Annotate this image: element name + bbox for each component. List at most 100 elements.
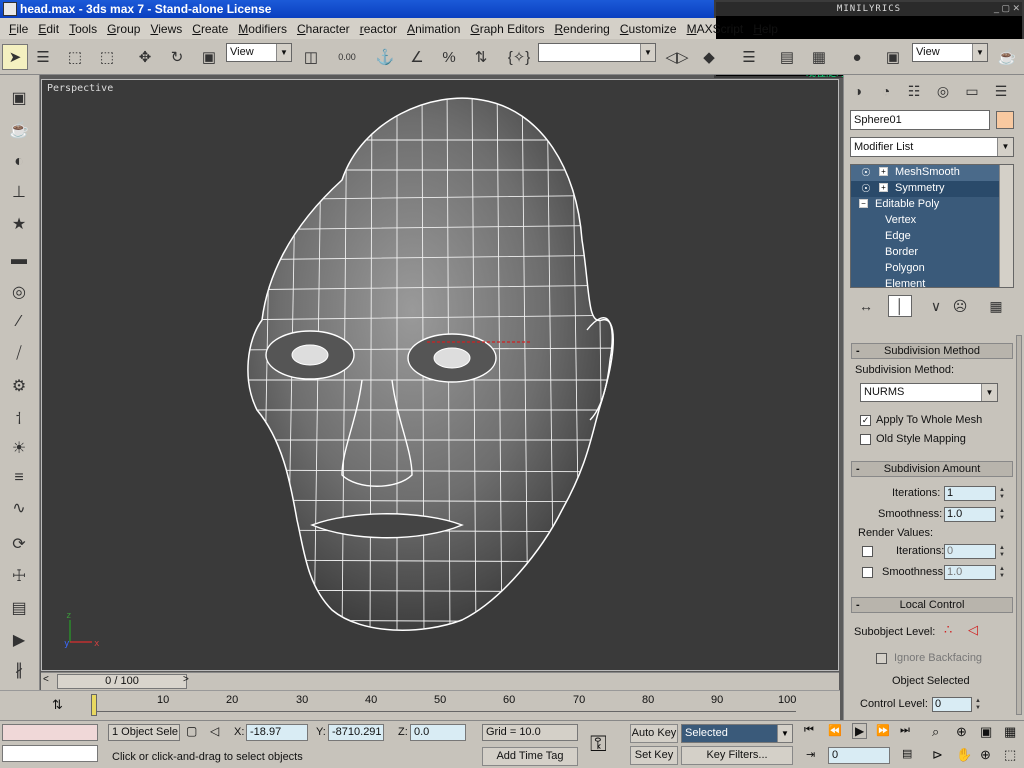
time-configuration-icon[interactable]: ▤ <box>902 747 912 760</box>
percent-snap-icon[interactable]: % <box>436 44 462 70</box>
camera-icon[interactable]: ▶ <box>6 627 32 653</box>
named-selection-dropdown[interactable]: ▼ <box>538 43 656 62</box>
set-key-button[interactable]: Set Key <box>630 746 678 765</box>
go-to-start-icon[interactable]: ⏮ <box>804 724 814 737</box>
stack-item-meshsmooth[interactable]: ☉ + MeshSmooth <box>851 165 999 181</box>
apply-whole-mesh-checkbox[interactable]: ✓ <box>860 415 871 426</box>
x-coordinate-field[interactable]: -18.97 <box>246 724 308 741</box>
spinner-arrows-icon[interactable]: ▲ ▼ <box>997 508 1007 523</box>
smoothness-spinner[interactable]: 1.0 ▲ ▼ <box>944 507 1005 522</box>
control-level-spinner[interactable]: 0 ▲ ▼ <box>932 697 981 712</box>
render-smoothness-checkbox[interactable] <box>862 567 873 578</box>
menu-rendering[interactable]: Rendering <box>549 19 614 39</box>
command-panel-scrollbar[interactable] <box>1016 335 1022 715</box>
spinner-arrows-icon[interactable]: ▲ ▼ <box>997 566 1007 581</box>
gear-icon[interactable]: ⚙ <box>6 373 32 399</box>
subobject-edge[interactable]: Edge <box>885 230 911 242</box>
display-tab-icon[interactable]: ▭ <box>960 80 984 102</box>
subobject-vertex[interactable]: Vertex <box>885 214 916 226</box>
rollout-subdivision-amount[interactable]: - Subdivision Amount <box>851 461 1013 477</box>
spinner-snap-icon[interactable]: 0.00 <box>334 44 360 70</box>
material-editor-icon[interactable]: ● <box>844 44 870 70</box>
configure-sets-icon[interactable]: ▦ <box>984 295 1008 317</box>
menu-help[interactable]: Help <box>748 19 783 39</box>
arc-rotate-icon[interactable]: ⊕ <box>980 747 991 763</box>
angle-snap-icon[interactable]: ∠ <box>404 44 430 70</box>
menu-graph-editors[interactable]: Graph Editors <box>465 19 549 39</box>
teapot-icon[interactable]: ☕ <box>6 117 32 143</box>
extrude-icon[interactable]: ▬ <box>6 247 32 273</box>
helper-icon[interactable]: ∦ <box>6 657 32 683</box>
current-frame-field[interactable]: 0 <box>828 747 890 764</box>
star-icon[interactable]: ★ <box>6 211 32 237</box>
spinner-snap-toggle-icon[interactable]: ⇅ <box>468 44 494 70</box>
y-coordinate-field[interactable]: -8710.291 <box>328 724 384 741</box>
z-coordinate-field[interactable]: 0.0 <box>410 724 466 741</box>
expand-icon[interactable]: + <box>879 183 888 192</box>
menu-maxscript[interactable]: MAXScript <box>682 19 749 39</box>
menu-file[interactable]: File <box>4 19 33 39</box>
cloth-icon[interactable]: ≡ <box>6 465 32 491</box>
box-icon[interactable]: ▣ <box>6 85 32 111</box>
time-slider-knob[interactable]: 0 / 100 <box>57 674 187 689</box>
subobject-polygon[interactable]: Polygon <box>885 262 925 274</box>
open-mini-curve-editor-icon[interactable]: ⇅ <box>52 697 63 713</box>
window-crossing-icon[interactable]: ⬚ <box>94 44 120 70</box>
iterations-spinner[interactable]: 1 ▲ ▼ <box>944 486 1005 501</box>
remove-modifier-icon[interactable]: ☹ <box>948 295 972 317</box>
motion-tab-icon[interactable]: ◎ <box>931 80 955 102</box>
named-selection-icon[interactable]: {✧} <box>506 44 532 70</box>
bone-icon[interactable]: ⸶ <box>6 405 32 431</box>
menu-customize[interactable]: Customize <box>615 19 682 39</box>
key-mode-dropdown[interactable]: Selected ▼ <box>681 724 793 743</box>
render-iterations-spinner[interactable]: 0 ▲ ▼ <box>944 544 1005 559</box>
render-type-dropdown[interactable]: View ▼ <box>912 43 988 62</box>
menu-edit[interactable]: Edit <box>33 19 64 39</box>
key-filters-button[interactable]: Key Filters... <box>681 746 793 765</box>
show-end-result-icon[interactable]: │ <box>888 295 912 317</box>
maxscript-listener-mini[interactable] <box>2 724 98 741</box>
rollout-subdivision-method[interactable]: - Subdivision Method <box>851 343 1013 359</box>
rollout-local-control[interactable]: - Local Control <box>851 597 1013 613</box>
stack-item-editable-poly[interactable]: − Editable Poly <box>851 197 999 213</box>
minilyrics-title-bar[interactable]: MINILYRICS <box>716 2 1022 16</box>
sphere-icon[interactable]: ◐ <box>6 149 32 175</box>
render-iterations-checkbox[interactable] <box>862 546 873 557</box>
create-tab-icon[interactable]: ◑ <box>846 80 870 102</box>
hierarchy-tab-icon[interactable]: ☷ <box>902 80 926 102</box>
menu-create[interactable]: Create <box>187 19 233 39</box>
select-by-name-icon[interactable]: ☰ <box>30 44 56 70</box>
slider-left-arrow-icon[interactable]: < <box>43 674 49 685</box>
subobject-element[interactable]: Element <box>885 278 925 287</box>
menu-views[interactable]: Views <box>145 19 187 39</box>
utilities-tab-icon[interactable]: ☰ <box>989 80 1013 102</box>
bend-icon[interactable]: ∕ <box>6 309 32 335</box>
absolute-mode-icon[interactable]: ◁ <box>210 724 219 738</box>
modify-tab-icon[interactable]: ◔ <box>874 80 898 102</box>
maxscript-output-mini[interactable] <box>2 745 98 762</box>
taper-icon[interactable]: ⧸ <box>6 341 32 367</box>
vertex-level-icon[interactable]: ∴ <box>944 622 952 638</box>
mirror-icon[interactable]: ◁▷ <box>664 44 690 70</box>
light-icon[interactable]: ☀ <box>6 435 32 461</box>
zoom-all-icon[interactable]: ⊕ <box>956 724 967 740</box>
plane-icon[interactable]: ⊥ <box>6 179 32 205</box>
track-bar[interactable]: ⇅ 10 20 30 40 50 60 70 80 90 100 <box>0 690 840 720</box>
key-mode-toggle-icon[interactable]: ⇥ <box>806 748 815 761</box>
make-unique-icon[interactable]: ∨ <box>924 295 948 317</box>
spinner-arrows-icon[interactable]: ▲ ▼ <box>997 487 1007 502</box>
object-color-swatch[interactable] <box>996 111 1014 129</box>
spinner-arrows-icon[interactable]: ▲ ▼ <box>997 545 1007 560</box>
zoom-icon[interactable]: ⌕ <box>932 724 939 740</box>
pin-stack-icon[interactable]: ↔ <box>854 295 878 317</box>
rotate-icon[interactable]: ↻ <box>164 44 190 70</box>
render-smoothness-spinner[interactable]: 1.0 ▲ ▼ <box>944 565 1005 580</box>
snap-toggle-icon[interactable]: ⚓ <box>372 44 398 70</box>
quick-render-icon[interactable]: ☕ <box>994 44 1020 70</box>
menu-group[interactable]: Group <box>102 19 145 39</box>
menu-animation[interactable]: Animation <box>402 19 465 39</box>
reference-coordinate-dropdown[interactable]: View ▼ <box>226 43 292 62</box>
menu-tools[interactable]: Tools <box>64 19 102 39</box>
ignore-backfacing-checkbox[interactable] <box>876 653 887 664</box>
zoom-extents-icon[interactable]: ▣ <box>980 724 992 740</box>
